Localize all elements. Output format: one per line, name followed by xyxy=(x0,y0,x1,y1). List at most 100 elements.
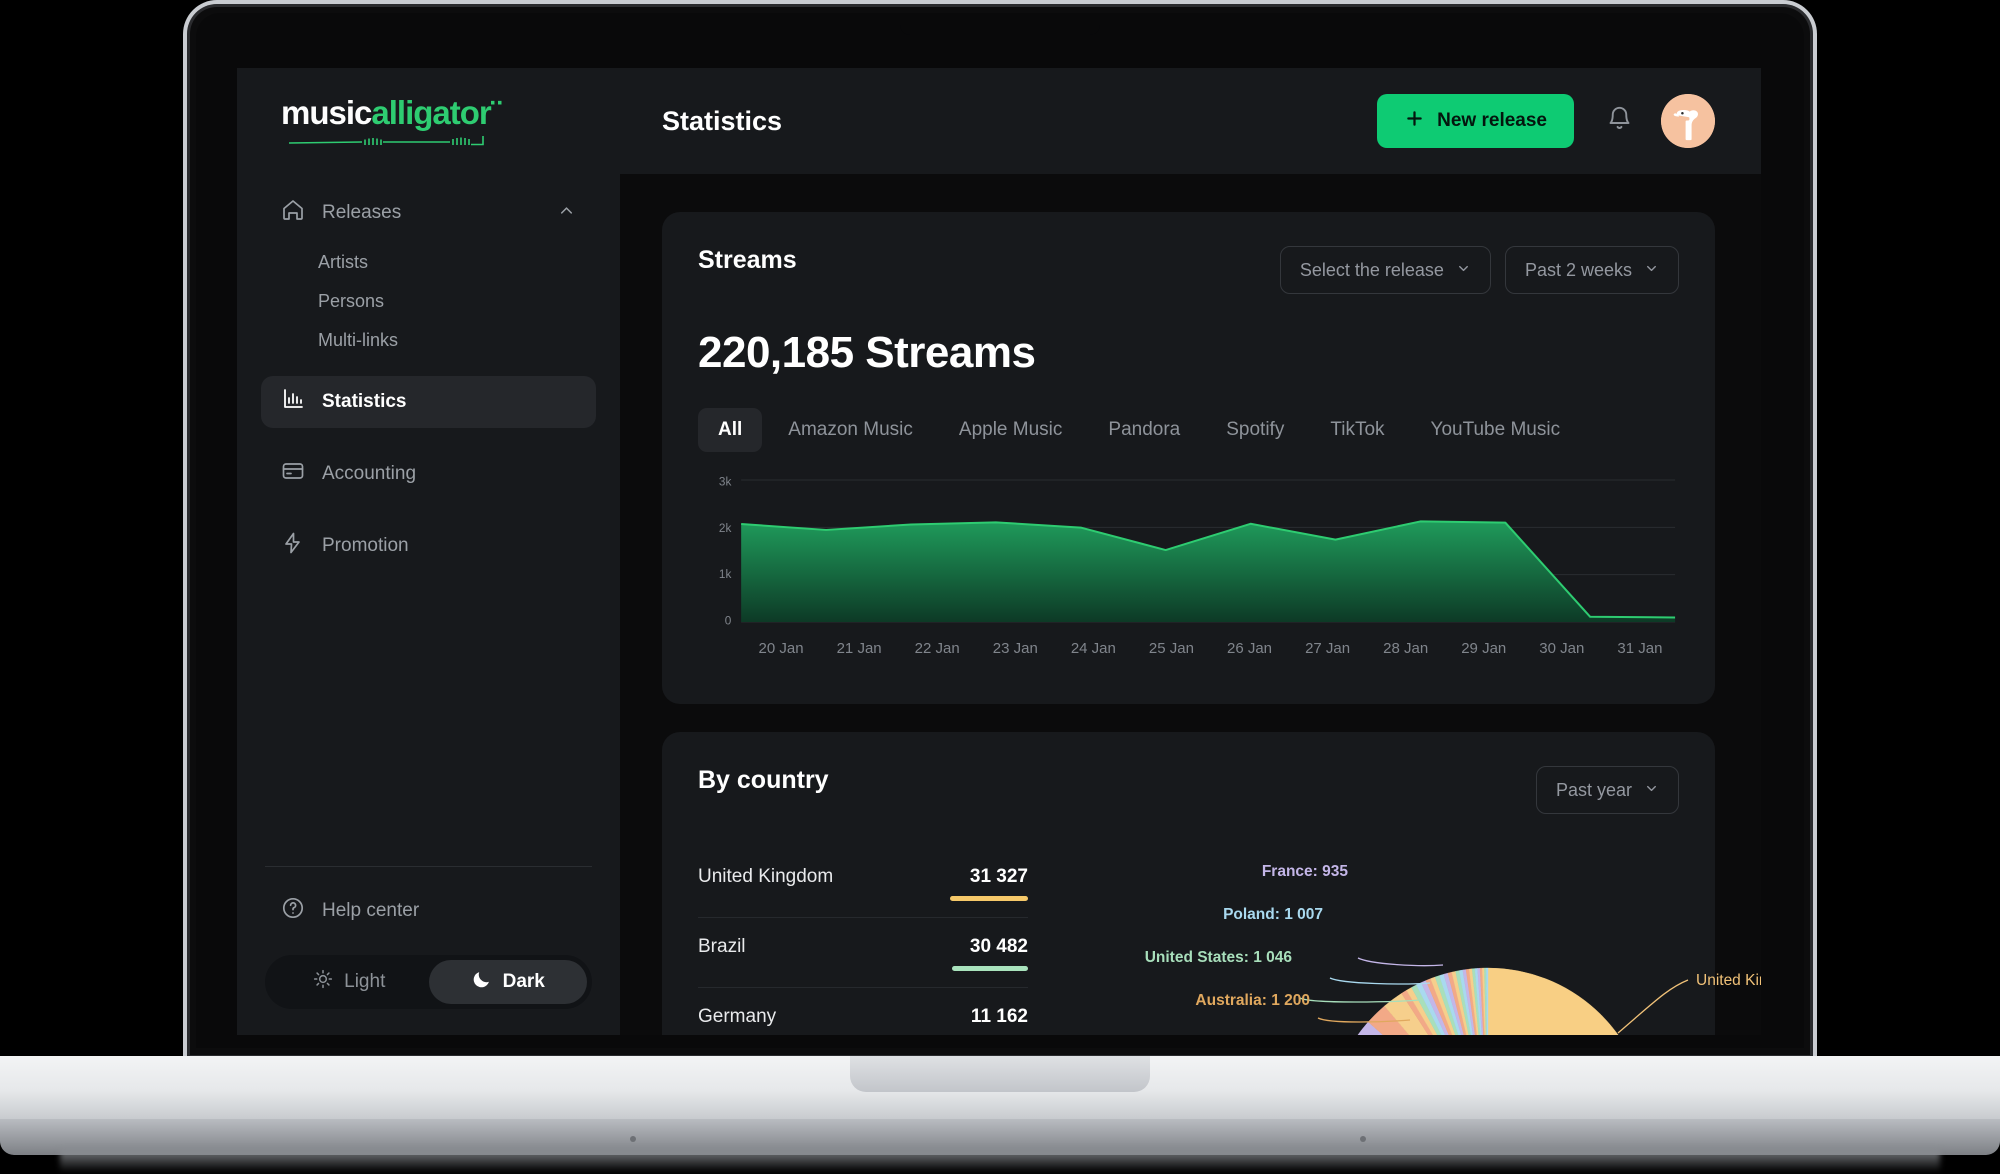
chevron-up-icon[interactable] xyxy=(557,201,576,226)
sidebar-item-promotion[interactable]: Promotion xyxy=(261,520,596,572)
country-bar xyxy=(952,966,1028,971)
logo-text-alligator: alligator xyxy=(371,94,491,131)
svg-text:France: 935: France: 935 xyxy=(1262,863,1349,880)
release-select-label: Select the release xyxy=(1299,259,1444,280)
country-name: Germany xyxy=(698,1006,777,1027)
platform-tabs: All Amazon Music Apple Music Pandora Spotify… xyxy=(698,408,1679,452)
x-tick-label: 20 Jan xyxy=(758,640,804,657)
theme-option-light[interactable]: Light xyxy=(270,960,429,1004)
divider xyxy=(265,866,592,867)
help-center-label: Help center xyxy=(322,900,420,921)
by-country-card-header: By country Past year xyxy=(698,766,1679,814)
release-select-dropdown[interactable]: Select the release xyxy=(1279,246,1491,294)
country-row[interactable]: United Kingdom 31 327 xyxy=(698,848,1028,918)
country-row[interactable]: Germany 11 162 xyxy=(698,988,1028,1035)
svg-text:Australia: 1 200: Australia: 1 200 xyxy=(1195,992,1310,1009)
logo-waveform-icon xyxy=(288,136,484,146)
country-pie-chart[interactable]: France: 935 Poland: 1 007 United States: 1… xyxy=(1058,848,1761,1035)
deck-screw xyxy=(630,1136,636,1142)
help-center-link[interactable]: Help center xyxy=(261,889,596,933)
tab-youtube-music[interactable]: YouTube Music xyxy=(1411,408,1581,452)
x-tick-label: 25 Jan xyxy=(1148,640,1194,657)
theme-toggle[interactable]: Light Dark xyxy=(265,955,592,1009)
theme-dark-label: Dark xyxy=(502,971,545,992)
country-pie-svg: France: 935 Poland: 1 007 United States: 1… xyxy=(1145,863,1761,1035)
x-tick-label: 31 Jan xyxy=(1617,640,1663,657)
sidebar-item-multi-links[interactable]: Multi-links xyxy=(261,321,596,360)
by-country-card-title: By country xyxy=(698,766,829,794)
streams-chart-x-axis: 20 Jan 21 Jan 22 Jan 23 Jan 24 Jan 25 Jan 26 J… xyxy=(742,640,1679,657)
tab-apple-music[interactable]: Apple Music xyxy=(939,408,1083,452)
tab-pandora[interactable]: Pandora xyxy=(1088,408,1200,452)
sidebar-item-persons[interactable]: Persons xyxy=(261,282,596,321)
sidebar-nav: Releases Artists Persons Multi-links Sta… xyxy=(237,175,620,866)
country-period-label: Past year xyxy=(1555,779,1632,800)
country-name: Brazil xyxy=(698,936,746,957)
chevron-down-icon xyxy=(1644,780,1659,801)
main-area: Statistics New release Streams Select th… xyxy=(620,68,1761,1035)
country-bar xyxy=(950,896,1028,901)
country-list: United Kingdom 31 327 Brazil 30 482 Germ… xyxy=(698,848,1028,1035)
theme-light-label: Light xyxy=(344,971,386,992)
country-row[interactable]: Brazil 30 482 xyxy=(698,918,1028,988)
country-value: 31 327 xyxy=(969,866,1028,887)
x-tick-label: 27 Jan xyxy=(1305,640,1351,657)
page-title: Statistics xyxy=(662,105,783,136)
country-value: 30 482 xyxy=(969,936,1028,957)
sidebar-item-accounting[interactable]: Accounting xyxy=(261,448,596,500)
sidebar-subitems: Artists Persons Multi-links xyxy=(261,243,596,360)
tab-spotify[interactable]: Spotify xyxy=(1206,408,1304,452)
theme-option-dark[interactable]: Dark xyxy=(428,960,587,1004)
sidebar-item-statistics[interactable]: Statistics xyxy=(261,376,596,428)
period-select-dropdown[interactable]: Past 2 weeks xyxy=(1504,246,1679,294)
sidebar-item-label: Releases xyxy=(322,202,402,223)
country-line: United Kingdom 31 327 xyxy=(698,866,1028,888)
total-streams-value: 220,185 Streams xyxy=(698,328,1036,377)
svg-text:Poland: 1 007: Poland: 1 007 xyxy=(1223,906,1323,923)
streams-area-chart[interactable]: 0 1k 2k 3k 20 Jan 21 Jan 22 Jan 23 Jan 24 Jan 25… xyxy=(698,474,1679,674)
country-period-dropdown[interactable]: Past year xyxy=(1535,766,1679,814)
sidebar-footer: Help center Light Dark xyxy=(237,866,620,1035)
tab-tiktok[interactable]: TikTok xyxy=(1310,408,1404,452)
tab-all[interactable]: All xyxy=(698,408,763,452)
laptop-mockup: musicalligator¨ Releases Artists Persons… xyxy=(0,0,2000,1174)
country-line: Brazil 30 482 xyxy=(698,936,1028,958)
bar-chart-icon xyxy=(281,387,305,417)
x-tick-label: 21 Jan xyxy=(836,640,882,657)
plus-icon xyxy=(1404,108,1425,135)
country-line: Germany 11 162 xyxy=(698,1006,1028,1028)
laptop-deck-notch xyxy=(850,1056,1150,1092)
x-tick-label: 23 Jan xyxy=(992,640,1038,657)
logo-dots-icon: ¨ xyxy=(490,94,502,131)
streams-card-header: Streams Select the release Past 2 weeks xyxy=(698,246,1679,294)
country-value: 11 162 xyxy=(970,1006,1028,1027)
logo-text-music: music xyxy=(281,94,372,131)
app-window: musicalligator¨ Releases Artists Persons… xyxy=(237,68,1761,1035)
laptop-notch xyxy=(900,13,1100,35)
lightning-bolt-icon xyxy=(281,531,305,561)
sidebar-item-artists[interactable]: Artists xyxy=(261,243,596,282)
svg-text:United States: 1 046: United States: 1 046 xyxy=(1145,949,1293,966)
new-release-button[interactable]: New release xyxy=(1377,94,1574,148)
tab-amazon-music[interactable]: Amazon Music xyxy=(768,408,933,452)
chevron-down-icon xyxy=(1644,260,1659,281)
by-country-body: United Kingdom 31 327 Brazil 30 482 Germ… xyxy=(698,848,1761,1035)
app-logo[interactable]: musicalligator¨ xyxy=(237,68,620,175)
screen: musicalligator¨ Releases Artists Persons… xyxy=(237,68,1761,1035)
x-tick-label: 30 Jan xyxy=(1539,640,1585,657)
x-tick-label: 29 Jan xyxy=(1461,640,1507,657)
svg-text:United Kingdom: United Kingdom xyxy=(1696,972,1761,989)
laptop-shadow xyxy=(60,1150,1940,1172)
country-name: United Kingdom xyxy=(698,866,834,887)
sidebar: musicalligator¨ Releases Artists Persons… xyxy=(237,68,620,1035)
content-scroll-area[interactable]: Streams Select the release Past 2 weeks xyxy=(620,174,1761,1035)
streams-chart-svg xyxy=(698,474,1679,634)
sidebar-item-releases[interactable]: Releases xyxy=(261,187,596,239)
deck-screw xyxy=(1360,1136,1366,1142)
bell-icon[interactable] xyxy=(1606,105,1633,137)
chevron-down-icon xyxy=(1456,260,1471,281)
avatar[interactable] xyxy=(1661,94,1715,148)
sidebar-item-label: Statistics xyxy=(322,391,407,412)
